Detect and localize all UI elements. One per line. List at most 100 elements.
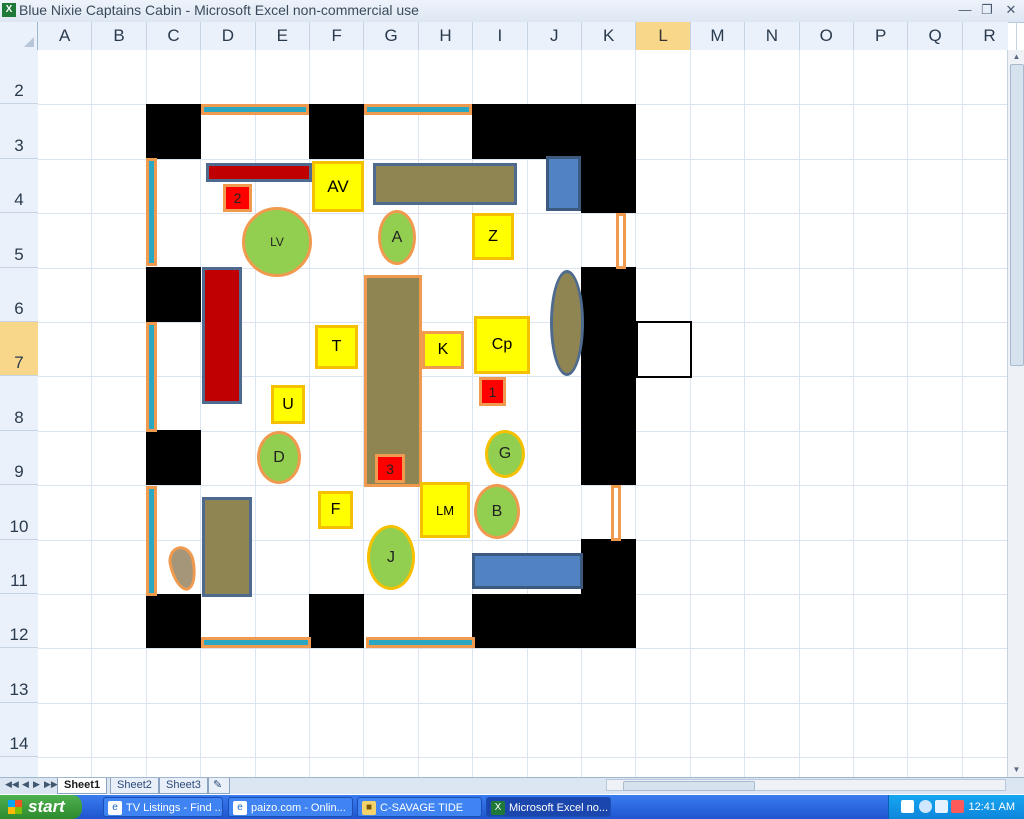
tab-sheet1[interactable]: Sheet1 bbox=[57, 778, 108, 794]
column-header-a[interactable]: A bbox=[38, 22, 93, 50]
row-header-4[interactable]: 4 bbox=[0, 159, 38, 214]
select-all-corner[interactable] bbox=[0, 22, 38, 50]
worksheet-grid[interactable]: AV Z T K Cp U F LM LV A D G B J 2 1 3 bbox=[38, 50, 1007, 777]
volume-icon[interactable] bbox=[935, 800, 948, 813]
door-right-upper[interactable] bbox=[616, 213, 626, 269]
taskbar-item-tv-listings[interactable]: e TV Listings - Find ... bbox=[103, 797, 223, 817]
window-bottom-left[interactable] bbox=[201, 637, 311, 648]
restore-icon[interactable]: ❐ bbox=[978, 2, 996, 18]
token-g[interactable]: G bbox=[485, 430, 525, 478]
vertical-scroll-thumb[interactable] bbox=[1010, 64, 1024, 366]
wall-block[interactable] bbox=[472, 594, 636, 648]
rug-blob[interactable] bbox=[165, 543, 201, 594]
marker-2[interactable]: 2 bbox=[223, 184, 252, 212]
window-left-upper[interactable] bbox=[146, 158, 157, 266]
oval-table[interactable] bbox=[550, 270, 584, 376]
insert-sheet-icon[interactable]: ✎ bbox=[208, 778, 230, 794]
token-t[interactable]: T bbox=[315, 325, 358, 369]
horizontal-scroll-thumb[interactable] bbox=[623, 781, 755, 791]
column-header-b[interactable]: B bbox=[92, 22, 147, 50]
token-a[interactable]: A bbox=[378, 210, 416, 265]
column-header-m[interactable]: M bbox=[691, 22, 746, 50]
token-u[interactable]: U bbox=[271, 385, 305, 424]
token-j[interactable]: J bbox=[367, 525, 415, 590]
selected-cell-l7[interactable] bbox=[636, 321, 692, 378]
bunk-bed-left[interactable] bbox=[202, 267, 242, 404]
column-header-q[interactable]: Q bbox=[908, 22, 963, 50]
column-header-e[interactable]: E bbox=[256, 22, 310, 50]
row-header-6[interactable]: 6 bbox=[0, 268, 38, 322]
wall-block[interactable] bbox=[472, 104, 636, 159]
taskbar-item-savage-tide[interactable]: ■ C-SAVAGE TIDE bbox=[357, 797, 482, 817]
close-icon[interactable]: ✕ bbox=[1002, 2, 1020, 18]
security-icon[interactable] bbox=[951, 800, 964, 813]
prev-sheet-icon[interactable]: ◀ bbox=[22, 779, 29, 790]
token-lm[interactable]: LM bbox=[420, 482, 470, 538]
wall-block[interactable] bbox=[309, 594, 364, 648]
row-header-7[interactable]: 7 bbox=[0, 322, 38, 377]
horizontal-scrollbar[interactable] bbox=[606, 779, 1006, 791]
column-header-d[interactable]: D bbox=[201, 22, 256, 50]
first-sheet-icon[interactable]: ◀◀ bbox=[5, 779, 19, 790]
wall-block[interactable] bbox=[146, 104, 201, 159]
token-z[interactable]: Z bbox=[472, 213, 514, 260]
column-header-h[interactable]: H bbox=[419, 22, 474, 50]
row-header-13[interactable]: 13 bbox=[0, 648, 38, 703]
token-d[interactable]: D bbox=[257, 431, 301, 484]
cabinet-lower-left[interactable] bbox=[202, 497, 252, 597]
excel-icon[interactable]: X bbox=[2, 3, 16, 17]
wall-block[interactable] bbox=[146, 430, 201, 485]
bunk-bed-top[interactable] bbox=[206, 163, 312, 182]
row-header-5[interactable]: 5 bbox=[0, 213, 38, 268]
token-cp[interactable]: Cp bbox=[474, 316, 530, 374]
column-header-j[interactable]: J bbox=[528, 22, 582, 50]
minimize-icon[interactable]: — bbox=[956, 2, 974, 18]
wall-block[interactable] bbox=[581, 539, 636, 594]
start-button[interactable]: start bbox=[0, 795, 82, 819]
network-icon[interactable] bbox=[919, 800, 932, 813]
door-right-lower[interactable] bbox=[611, 485, 621, 541]
row-header-8[interactable]: 8 bbox=[0, 376, 38, 431]
next-sheet-icon[interactable]: ▶ bbox=[33, 779, 40, 790]
column-header-g[interactable]: G bbox=[364, 22, 419, 50]
column-header-n[interactable]: N bbox=[745, 22, 800, 50]
chest-bottom[interactable] bbox=[472, 553, 583, 589]
token-f[interactable]: F bbox=[318, 491, 353, 529]
token-k[interactable]: K bbox=[422, 331, 464, 369]
token-lv[interactable]: LV bbox=[242, 207, 312, 277]
column-header-f[interactable]: F bbox=[310, 22, 365, 50]
last-sheet-icon[interactable]: ▶▶ bbox=[44, 779, 58, 790]
tab-sheet2[interactable]: Sheet2 bbox=[110, 778, 159, 794]
desk-table[interactable] bbox=[373, 163, 517, 205]
row-header-14[interactable]: 14 bbox=[0, 703, 38, 758]
window-top-left[interactable] bbox=[201, 104, 309, 115]
row-header-2[interactable]: 2 bbox=[0, 50, 38, 105]
window-bottom-right[interactable] bbox=[366, 637, 475, 648]
column-header-r[interactable]: R bbox=[963, 22, 1018, 50]
column-header-l[interactable]: L bbox=[636, 22, 691, 50]
wall-block[interactable] bbox=[309, 104, 364, 159]
tab-sheet3[interactable]: Sheet3 bbox=[159, 778, 208, 794]
marker-1[interactable]: 1 bbox=[479, 377, 506, 406]
taskbar-item-paizo[interactable]: e paizo.com - Onlin... bbox=[228, 797, 353, 817]
wall-block[interactable] bbox=[581, 267, 636, 485]
column-header-c[interactable]: C bbox=[147, 22, 202, 50]
marker-3[interactable]: 3 bbox=[375, 454, 405, 483]
wall-block[interactable] bbox=[581, 159, 636, 213]
row-header-12[interactable]: 12 bbox=[0, 594, 38, 649]
row-header-11[interactable]: 11 bbox=[0, 540, 38, 594]
wall-block[interactable] bbox=[146, 594, 201, 648]
column-header-p[interactable]: P bbox=[854, 22, 909, 50]
taskbar-item-excel[interactable]: X Microsoft Excel no... bbox=[486, 797, 611, 817]
token-av[interactable]: AV bbox=[312, 161, 364, 212]
help-icon[interactable] bbox=[901, 800, 914, 813]
scroll-up-icon[interactable]: ▲ bbox=[1008, 50, 1024, 64]
row-header-10[interactable]: 10 bbox=[0, 485, 38, 540]
vertical-scrollbar[interactable]: ▲ ▼ bbox=[1007, 50, 1024, 777]
window-left-lower[interactable] bbox=[146, 486, 157, 596]
window-top-right[interactable] bbox=[364, 104, 472, 115]
column-header-i[interactable]: I bbox=[473, 22, 528, 50]
chest-top-right[interactable] bbox=[546, 156, 581, 211]
token-b[interactable]: B bbox=[474, 484, 520, 539]
window-left-middle[interactable] bbox=[146, 322, 157, 432]
